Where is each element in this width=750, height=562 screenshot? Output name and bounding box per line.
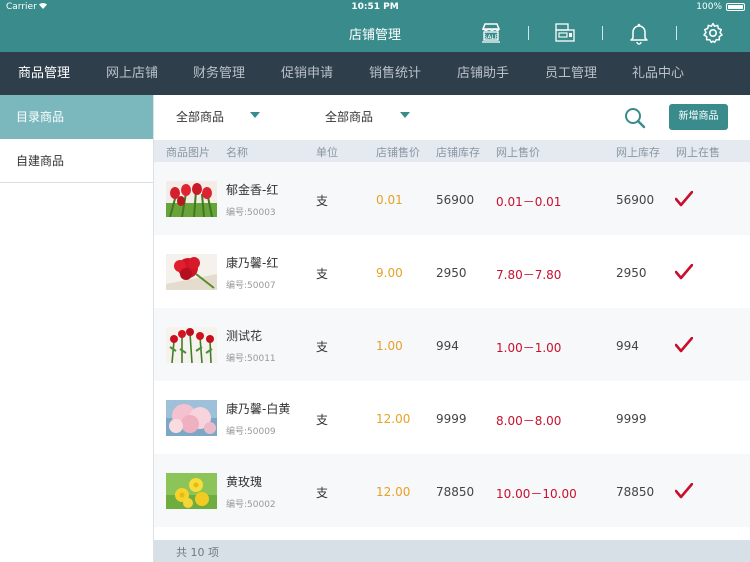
sale-icon[interactable]: SALE <box>479 21 503 45</box>
column-header: 店铺售价 <box>376 146 420 159</box>
product-thumbnail <box>166 327 217 363</box>
sidebar-item-custom-goods[interactable]: 自建商品 <box>0 139 153 183</box>
checkmark-icon <box>674 482 694 499</box>
product-thumbnail <box>166 181 217 217</box>
nav-item-finance[interactable]: 财务管理 <box>193 52 245 95</box>
title-bar: 店铺管理 SALE <box>0 14 750 52</box>
nav-item-sales-stats[interactable]: 销售统计 <box>369 52 421 95</box>
gear-icon[interactable] <box>701 21 725 45</box>
column-header: 网上库存 <box>616 146 660 159</box>
table-row[interactable]: 康乃馨-红 编号:50007 支 9.00 2950 7.80－7.80 295… <box>154 235 750 308</box>
store-stock: 994 <box>436 339 459 353</box>
online-stock: 56900 <box>616 193 655 207</box>
add-goods-button[interactable]: 新增商品 <box>669 104 728 130</box>
online-stock: 994 <box>616 339 639 353</box>
product-name: 康乃馨-白黄 <box>226 402 291 416</box>
battery-percent: 100% <box>696 2 722 12</box>
list-footer: 共 10 项 <box>154 540 750 562</box>
product-code: 编号:50003 <box>226 208 276 218</box>
nav-item-gift-center[interactable]: 礼品中心 <box>632 52 684 95</box>
product-unit: 支 <box>316 267 329 281</box>
product-unit: 支 <box>316 194 329 208</box>
product-thumbnail <box>166 473 217 509</box>
store-price: 0.01 <box>376 193 403 207</box>
product-name: 郁金香-红 <box>226 183 279 197</box>
product-unit: 支 <box>316 413 329 427</box>
product-thumbnail <box>166 254 217 290</box>
online-price: 10.00－10.00 <box>496 487 577 501</box>
column-header: 店铺库存 <box>436 146 480 159</box>
category-dropdown-value: 全部商品 <box>176 110 225 124</box>
online-price: 7.80－7.80 <box>496 268 562 282</box>
total-count: 共 10 项 <box>176 546 219 559</box>
nav-item-staff[interactable]: 员工管理 <box>545 52 597 95</box>
column-header: 名称 <box>226 146 248 159</box>
column-header: 网上售价 <box>496 146 540 159</box>
table-row[interactable]: 康乃馨-白黄 编号:50009 支 12.00 9999 8.00－8.00 9… <box>154 381 750 454</box>
product-thumbnail <box>166 400 217 436</box>
table-row[interactable]: 测试花 编号:50011 支 1.00 994 1.00－1.00 994 <box>154 308 750 381</box>
store-price: 1.00 <box>376 339 403 353</box>
product-name: 测试花 <box>226 329 263 343</box>
main-nav: 商品管理 网上店铺 财务管理 促销申请 销售统计 店铺助手 员工管理 礼品中心 <box>0 52 750 95</box>
store-stock: 9999 <box>436 412 467 426</box>
product-name: 康乃馨-红 <box>226 256 279 270</box>
online-stock: 78850 <box>616 485 655 499</box>
sidebar: 目录商品 自建商品 <box>0 95 154 562</box>
clock-time: 10:51 PM <box>351 2 399 12</box>
column-header: 单位 <box>316 146 338 159</box>
bell-icon[interactable] <box>627 21 651 45</box>
product-code: 编号:50007 <box>226 281 276 291</box>
column-header: 商品图片 <box>166 146 210 159</box>
category-dropdown[interactable]: 全部商品 <box>176 108 260 125</box>
cash-register-icon[interactable] <box>553 21 577 45</box>
header-divider <box>528 26 529 40</box>
checkmark-icon <box>674 336 694 353</box>
online-price: 8.00－8.00 <box>496 414 562 428</box>
online-price: 1.00－1.00 <box>496 341 562 355</box>
table-row[interactable]: 黄玫瑰 编号:50002 支 12.00 78850 10.00－10.00 7… <box>154 454 750 527</box>
status-dropdown[interactable]: 全部商品 <box>325 108 410 125</box>
caret-down-icon <box>250 112 260 118</box>
store-stock: 56900 <box>436 193 475 207</box>
battery-icon <box>726 3 745 11</box>
nav-item-promotion[interactable]: 促销申请 <box>281 52 333 95</box>
checkmark-icon <box>674 263 694 280</box>
search-icon[interactable] <box>623 106 647 130</box>
nav-item-store-assistant[interactable]: 店铺助手 <box>457 52 509 95</box>
header-divider <box>602 26 603 40</box>
store-stock: 78850 <box>436 485 475 499</box>
table-header: 商品图片 名称 单位 店铺售价 店铺库存 网上售价 网上库存 网上在售 <box>154 140 750 162</box>
svg-text:SALE: SALE <box>483 34 498 41</box>
header-divider <box>676 26 677 40</box>
nav-item-goods-management[interactable]: 商品管理 <box>18 52 70 95</box>
status-bar: Carrier 10:51 PM 100% <box>0 0 750 14</box>
checkmark-icon <box>674 190 694 207</box>
store-price: 12.00 <box>376 485 411 499</box>
store-stock: 2950 <box>436 266 467 280</box>
product-name: 黄玫瑰 <box>226 475 263 489</box>
nav-item-online-store[interactable]: 网上店铺 <box>106 52 158 95</box>
online-price: 0.01－0.01 <box>496 195 562 209</box>
product-unit: 支 <box>316 340 329 354</box>
column-header: 网上在售 <box>676 146 720 159</box>
product-code: 编号:50011 <box>226 354 276 364</box>
caret-down-icon <box>400 112 410 118</box>
online-stock: 2950 <box>616 266 647 280</box>
status-dropdown-value: 全部商品 <box>325 110 374 124</box>
product-code: 编号:50009 <box>226 427 276 437</box>
product-unit: 支 <box>316 486 329 500</box>
online-stock: 9999 <box>616 412 647 426</box>
store-price: 9.00 <box>376 266 403 280</box>
product-code: 编号:50002 <box>226 500 276 510</box>
store-price: 12.00 <box>376 412 411 426</box>
filter-bar: 全部商品 全部商品 新增商品 <box>154 95 750 140</box>
table-row[interactable]: 郁金香-红 编号:50003 支 0.01 56900 0.01－0.01 56… <box>154 162 750 235</box>
sidebar-item-catalog-goods[interactable]: 目录商品 <box>0 95 153 139</box>
